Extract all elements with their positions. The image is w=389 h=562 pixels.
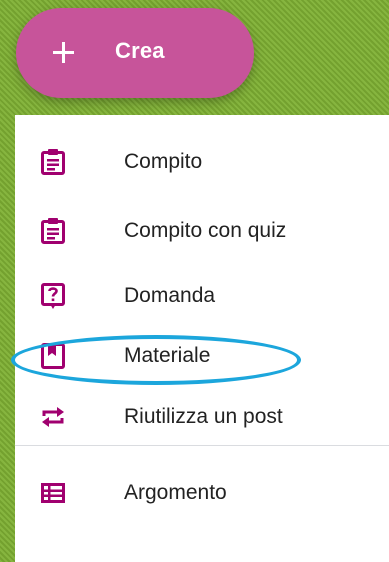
- create-menu: Compito Compito con quiz Domanda Materia…: [15, 115, 389, 562]
- menu-item-argomento[interactable]: Argomento: [15, 462, 389, 524]
- material-bookmark-icon: [40, 342, 66, 370]
- menu-item-label: Compito: [124, 150, 203, 173]
- menu-item-label: Materiale: [124, 344, 211, 367]
- menu-item-label: Compito con quiz: [124, 219, 287, 242]
- menu-item-riutilizza-post[interactable]: Riutilizza un post: [15, 386, 389, 448]
- quiz-assignment-icon: [40, 217, 66, 245]
- menu-item-materiale[interactable]: Materiale: [15, 325, 389, 387]
- menu-item-label: Argomento: [124, 481, 227, 504]
- topic-list-icon: [40, 479, 66, 507]
- menu-item-domanda[interactable]: Domanda: [15, 265, 389, 327]
- menu-item-compito[interactable]: Compito: [15, 131, 389, 193]
- reuse-arrows-icon: [40, 403, 66, 431]
- menu-item-label: Domanda: [124, 284, 216, 307]
- plus-icon: [53, 42, 74, 63]
- create-button-label: Crea: [115, 38, 165, 63]
- menu-item-label: Riutilizza un post: [124, 405, 283, 428]
- create-button[interactable]: Crea: [16, 8, 254, 98]
- question-icon: [40, 282, 66, 310]
- menu-item-compito-con-quiz[interactable]: Compito con quiz: [15, 200, 389, 262]
- menu-divider: [15, 445, 389, 446]
- assignment-icon: [40, 148, 66, 176]
